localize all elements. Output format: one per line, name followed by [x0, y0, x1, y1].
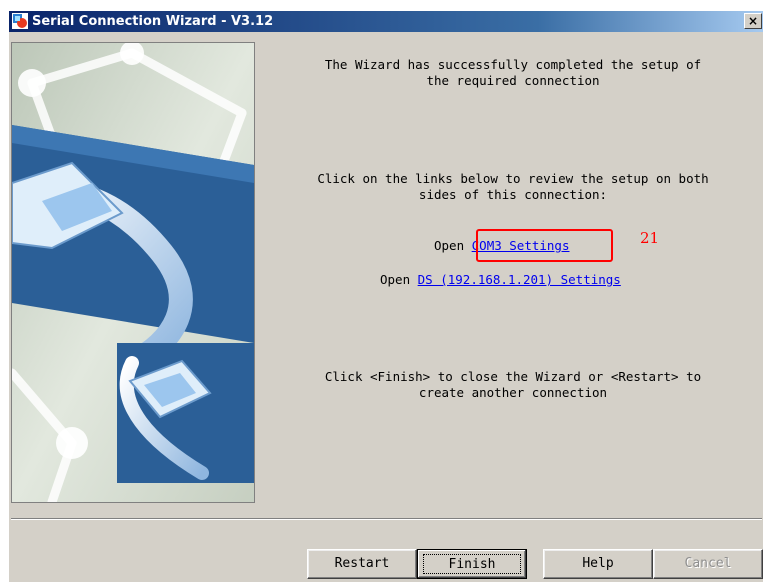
- success-message-line: the required connection: [426, 73, 600, 88]
- close-button[interactable]: ×: [744, 13, 762, 29]
- annotation-number: 21: [640, 229, 660, 247]
- review-instructions: Click on the links below to review the s…: [265, 171, 761, 203]
- finish-instructions: Click <Finish> to close the Wizard or <R…: [265, 369, 761, 401]
- success-message-line: The Wizard has successfully completed th…: [324, 57, 702, 72]
- link-prefix: Open: [434, 238, 472, 253]
- window-title: Serial Connection Wizard - V3.12: [32, 14, 274, 29]
- finish-button-label: Finish: [423, 554, 521, 574]
- ds-settings-row: Open DS (192.168.1.201) Settings: [380, 272, 621, 288]
- wizard-window: Serial Connection Wizard - V3.12 × The W…: [8, 11, 763, 582]
- finish-instructions-line: Click <Finish> to close the Wizard or <R…: [324, 369, 702, 384]
- wizard-illustration: [11, 42, 255, 503]
- finish-button[interactable]: Finish: [417, 549, 527, 579]
- title-bar[interactable]: Serial Connection Wizard - V3.12 ×: [9, 11, 763, 32]
- cancel-button[interactable]: Cancel: [653, 549, 763, 579]
- ds-settings-link[interactable]: DS (192.168.1.201) Settings: [418, 272, 621, 287]
- success-message: The Wizard has successfully completed th…: [265, 57, 761, 89]
- restart-button[interactable]: Restart: [307, 549, 417, 579]
- review-instructions-line: sides of this connection:: [418, 187, 608, 202]
- connection-wizard-icon: [12, 13, 28, 29]
- highlight-box: [476, 229, 613, 262]
- serial-cable-graphic: [12, 43, 254, 502]
- finish-instructions-line: create another connection: [418, 385, 608, 400]
- help-button[interactable]: Help: [543, 549, 653, 579]
- button-separator: [11, 518, 762, 520]
- link-prefix: Open: [380, 272, 418, 287]
- review-instructions-line: Click on the links below to review the s…: [317, 171, 709, 186]
